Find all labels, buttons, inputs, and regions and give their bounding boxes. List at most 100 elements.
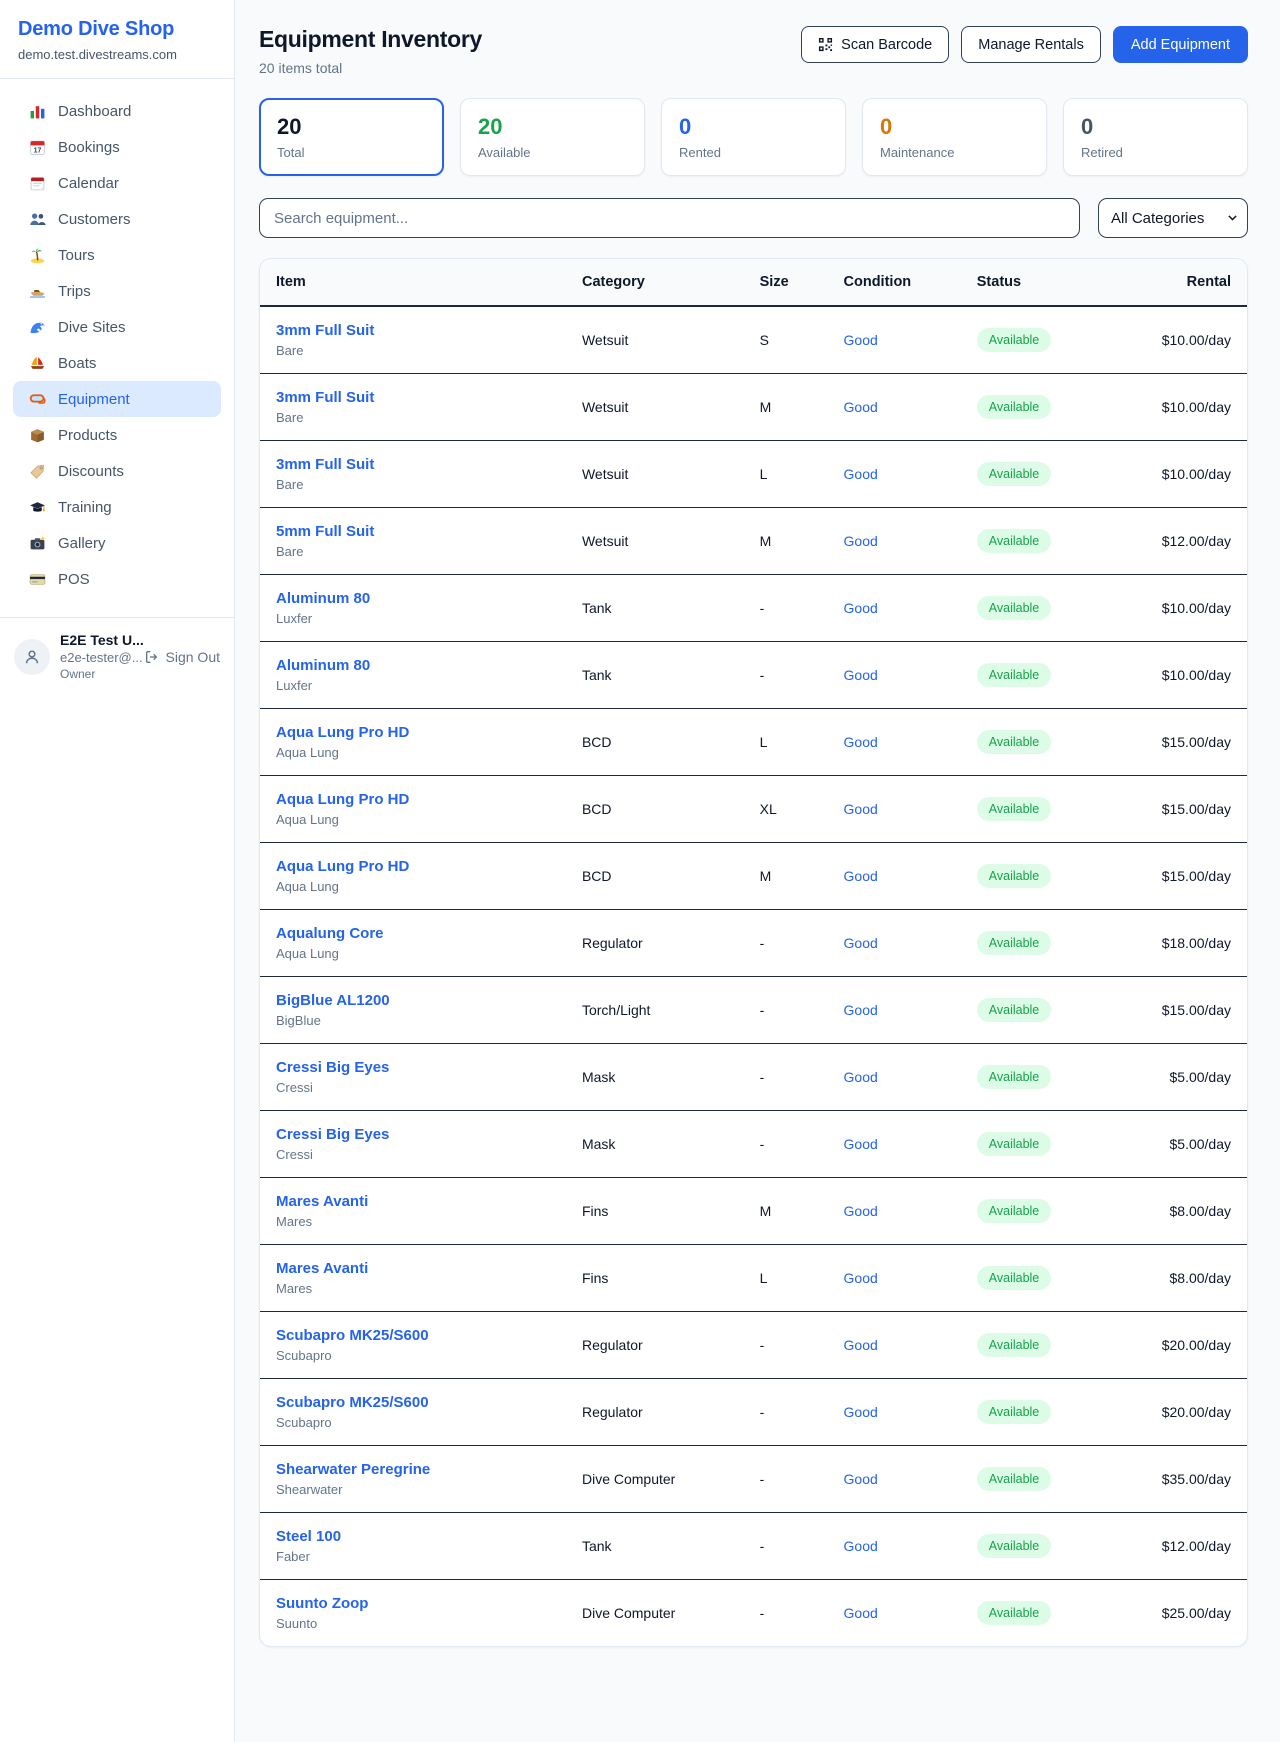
user-meta: E2E Test U... e2e-tester@... Owner <box>60 632 134 681</box>
item-name-link[interactable]: Aluminum 80 <box>276 590 550 607</box>
condition-link[interactable]: Good <box>844 466 878 482</box>
condition-link[interactable]: Good <box>844 667 878 683</box>
item-name-link[interactable]: Aluminum 80 <box>276 657 550 674</box>
sidebar-item-bookings[interactable]: 17 Bookings <box>13 129 221 165</box>
item-name-link[interactable]: 3mm Full Suit <box>276 322 550 339</box>
condition-link[interactable]: Good <box>844 1471 878 1487</box>
item-brand: Scubapro <box>276 1415 550 1430</box>
user-role: Owner <box>60 667 134 681</box>
sidebar-item-dive-sites[interactable]: Dive Sites <box>13 309 221 345</box>
add-equipment-button[interactable]: Add Equipment <box>1113 26 1248 63</box>
credit-card-icon <box>28 570 46 588</box>
category-cell: BCD <box>566 709 744 776</box>
condition-link[interactable]: Good <box>844 1069 878 1085</box>
size-cell: XL <box>744 776 828 843</box>
item-name-link[interactable]: 3mm Full Suit <box>276 456 550 473</box>
stat-label: Total <box>277 145 426 160</box>
condition-link[interactable]: Good <box>844 1404 878 1420</box>
item-name-link[interactable]: 3mm Full Suit <box>276 389 550 406</box>
stat-value: 0 <box>880 114 1029 140</box>
sidebar-item-equipment[interactable]: Equipment <box>13 381 221 417</box>
sidebar-item-customers[interactable]: Customers <box>13 201 221 237</box>
size-cell: - <box>744 977 828 1044</box>
item-name-link[interactable]: Cressi Big Eyes <box>276 1059 550 1076</box>
item-cell: 3mm Full Suit Bare <box>260 306 566 374</box>
status-cell: Available <box>961 1379 1124 1446</box>
item-name-link[interactable]: Aqua Lung Pro HD <box>276 791 550 808</box>
condition-link[interactable]: Good <box>844 1270 878 1286</box>
table-row: Steel 100 Faber Tank - Good Available $1… <box>260 1513 1247 1580</box>
sidebar-item-calendar[interactable]: Calendar <box>13 165 221 201</box>
condition-link[interactable]: Good <box>844 600 878 616</box>
sign-out-button[interactable]: Sign Out <box>144 649 220 665</box>
condition-link[interactable]: Good <box>844 1538 878 1554</box>
table-row: 5mm Full Suit Bare Wetsuit M Good Availa… <box>260 508 1247 575</box>
item-name-link[interactable]: Aqua Lung Pro HD <box>276 724 550 741</box>
condition-link[interactable]: Good <box>844 1605 878 1621</box>
condition-link[interactable]: Good <box>844 1337 878 1353</box>
condition-link[interactable]: Good <box>844 399 878 415</box>
sidebar-item-dashboard[interactable]: Dashboard <box>13 93 221 129</box>
col-header-item: Item <box>260 259 566 306</box>
size-cell: - <box>744 575 828 642</box>
item-name-link[interactable]: 5mm Full Suit <box>276 523 550 540</box>
qr-code-icon <box>818 37 833 52</box>
equipment-table: Item Category Size Condition Status Rent… <box>260 259 1247 1646</box>
item-name-link[interactable]: Mares Avanti <box>276 1260 550 1277</box>
item-name-link[interactable]: Steel 100 <box>276 1528 550 1545</box>
condition-link[interactable]: Good <box>844 1203 878 1219</box>
person-icon <box>22 647 42 667</box>
status-cell: Available <box>961 374 1124 441</box>
status-badge: Available <box>977 1333 1052 1357</box>
status-cell: Available <box>961 910 1124 977</box>
condition-link[interactable]: Good <box>844 332 878 348</box>
item-name-link[interactable]: Cressi Big Eyes <box>276 1126 550 1143</box>
sidebar-item-discounts[interactable]: Discounts <box>13 453 221 489</box>
item-name-link[interactable]: Aqua Lung Pro HD <box>276 858 550 875</box>
status-cell: Available <box>961 1580 1124 1647</box>
table-row: Cressi Big Eyes Cressi Mask - Good Avail… <box>260 1044 1247 1111</box>
sidebar-item-trips[interactable]: Trips <box>13 273 221 309</box>
sidebar-item-products[interactable]: Products <box>13 417 221 453</box>
condition-link[interactable]: Good <box>844 1002 878 1018</box>
condition-cell: Good <box>828 508 961 575</box>
item-name-link[interactable]: Shearwater Peregrine <box>276 1461 550 1478</box>
condition-cell: Good <box>828 1312 961 1379</box>
item-brand: Luxfer <box>276 678 550 693</box>
condition-link[interactable]: Good <box>844 801 878 817</box>
table-row: BigBlue AL1200 BigBlue Torch/Light - Goo… <box>260 977 1247 1044</box>
stat-card-maintenance[interactable]: 0 Maintenance <box>862 98 1047 176</box>
item-name-link[interactable]: Scubapro MK25/S600 <box>276 1394 550 1411</box>
search-input[interactable] <box>259 198 1080 238</box>
condition-link[interactable]: Good <box>844 1136 878 1152</box>
item-name-link[interactable]: Mares Avanti <box>276 1193 550 1210</box>
rental-cell: $15.00/day <box>1124 843 1247 910</box>
user-box: E2E Test U... e2e-tester@... Owner Sign … <box>0 617 234 695</box>
item-name-link[interactable]: Scubapro MK25/S600 <box>276 1327 550 1344</box>
item-name-link[interactable]: Suunto Zoop <box>276 1595 550 1612</box>
scan-barcode-button[interactable]: Scan Barcode <box>801 26 949 63</box>
condition-link[interactable]: Good <box>844 734 878 750</box>
sidebar-item-gallery[interactable]: Gallery <box>13 525 221 561</box>
item-cell: Scubapro MK25/S600 Scubapro <box>260 1312 566 1379</box>
sidebar-item-tours[interactable]: Tours <box>13 237 221 273</box>
stat-card-total[interactable]: 20 Total <box>259 98 444 176</box>
sidebar-item-pos[interactable]: POS <box>13 561 221 597</box>
brand-name[interactable]: Demo Dive Shop <box>18 18 216 41</box>
table-row: Scubapro MK25/S600 Scubapro Regulator - … <box>260 1312 1247 1379</box>
sidebar-item-training[interactable]: Training <box>13 489 221 525</box>
category-filter[interactable]: All Categories <box>1098 198 1248 238</box>
condition-link[interactable]: Good <box>844 868 878 884</box>
sidebar-item-label: Bookings <box>58 139 120 156</box>
sidebar-item-boats[interactable]: Boats <box>13 345 221 381</box>
stat-card-available[interactable]: 20 Available <box>460 98 645 176</box>
item-name-link[interactable]: Aqualung Core <box>276 925 550 942</box>
condition-link[interactable]: Good <box>844 935 878 951</box>
condition-cell: Good <box>828 776 961 843</box>
status-cell: Available <box>961 977 1124 1044</box>
stat-card-retired[interactable]: 0 Retired <box>1063 98 1248 176</box>
manage-rentals-button[interactable]: Manage Rentals <box>961 26 1101 63</box>
stat-card-rented[interactable]: 0 Rented <box>661 98 846 176</box>
condition-link[interactable]: Good <box>844 533 878 549</box>
item-name-link[interactable]: BigBlue AL1200 <box>276 992 550 1009</box>
